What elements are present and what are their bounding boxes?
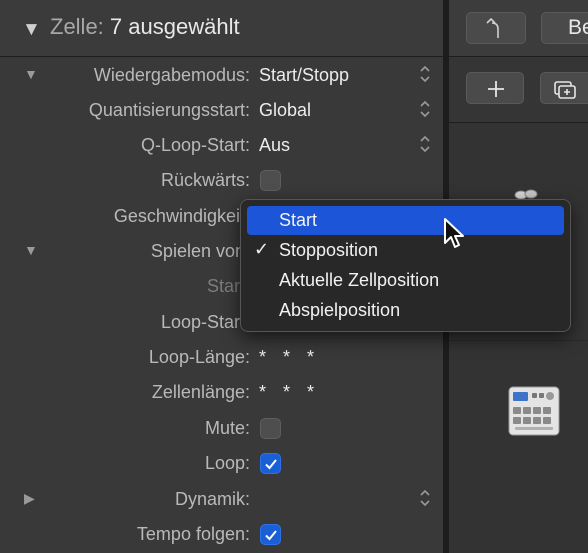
- row-q-loop-start: Q-Loop-Start: Aus: [0, 127, 443, 162]
- loop-length-value[interactable]: * * *: [259, 347, 320, 368]
- row-label: Zellenlänge:: [151, 382, 250, 402]
- row-reverse: Rückwärts:: [0, 162, 443, 197]
- mouse-pointer-icon: [442, 217, 468, 256]
- add-button[interactable]: [466, 72, 524, 104]
- playback-mode-value[interactable]: Start/Stopp: [259, 65, 349, 86]
- reverse-checkbox[interactable]: [260, 170, 281, 191]
- row-label: Tempo folgen:: [136, 524, 250, 544]
- inspector-header[interactable]: ▼ Zelle: 7 ausgewählt: [0, 0, 443, 57]
- row-quantize-start: Quantisierungsstart: Global: [0, 92, 443, 127]
- add-track-icon: [554, 81, 576, 99]
- tracks-subtoolbar: [449, 57, 588, 123]
- menu-item-current-cell-position[interactable]: Aktuelle Zellposition: [247, 266, 564, 295]
- disclosure-triangle-open-icon[interactable]: ▼: [24, 242, 38, 258]
- cell-length-value[interactable]: * * *: [259, 382, 320, 403]
- row-label: Mute:: [204, 418, 250, 438]
- menu-item-label: Abspielposition: [279, 300, 401, 320]
- row-mute: Mute:: [0, 410, 443, 445]
- checkmark-icon: ✓: [254, 239, 270, 259]
- loop-checkbox[interactable]: [260, 453, 281, 474]
- row-dynamics: ▶ Dynamik:: [0, 481, 443, 516]
- disclosure-triangle-open-icon[interactable]: ▼: [22, 19, 41, 41]
- row-follow-tempo: Tempo folgen:: [0, 516, 443, 551]
- menu-item-label: Start: [279, 210, 318, 230]
- menu-item-start[interactable]: Start: [247, 206, 564, 235]
- menu-item-label: Aktuelle Zellposition: [279, 270, 440, 290]
- row-label: Quantisierungsstart:: [88, 100, 250, 120]
- disclosure-triangle-closed-icon[interactable]: ▶: [24, 490, 35, 507]
- row-playback-mode: ▼ Wiedergabemodus: Start/Stopp: [0, 57, 443, 92]
- up-down-stepper-icon[interactable]: [419, 98, 431, 120]
- tracks-toolbar: Be: [449, 0, 588, 57]
- play-from-popup-menu: Start ✓ Stopposition Aktuelle Zellpositi…: [240, 199, 571, 332]
- add-track-button[interactable]: [540, 72, 588, 104]
- up-down-stepper-icon[interactable]: [419, 63, 431, 85]
- row-label: Dynamik:: [174, 489, 250, 509]
- row-label: Loop:: [204, 453, 250, 473]
- follow-tempo-checkbox[interactable]: [260, 524, 281, 545]
- disclosure-triangle-open-icon[interactable]: ▼: [24, 66, 38, 82]
- up-down-stepper-icon[interactable]: [419, 133, 431, 155]
- q-loop-start-value[interactable]: Aus: [259, 135, 290, 156]
- checkmark-icon: [265, 530, 277, 541]
- row-cell-length: Zellenlänge: * * *: [0, 374, 443, 409]
- row-label: Loop-Start:: [160, 312, 250, 332]
- drum-machine-icon: [507, 385, 561, 442]
- inspector-title-selection: 7 ausgewählt: [109, 14, 240, 39]
- back-button[interactable]: [466, 12, 526, 44]
- menu-item-stop-position[interactable]: ✓ Stopposition: [247, 236, 564, 265]
- row-label: Spielen von:: [150, 241, 250, 261]
- row-label: Wiedergabemodus:: [93, 65, 250, 85]
- up-down-stepper-icon[interactable]: [419, 487, 431, 509]
- row-label: Loop-Länge:: [148, 347, 250, 367]
- menu-item-label: Stopposition: [279, 240, 379, 260]
- mute-checkbox[interactable]: [260, 418, 281, 439]
- inspector-title-prefix: Zelle:: [50, 14, 104, 39]
- checkmark-icon: [265, 459, 277, 470]
- plus-icon: [488, 81, 504, 97]
- curved-up-arrow-icon: [486, 17, 499, 38]
- edit-button[interactable]: Be: [541, 12, 588, 44]
- row-label: Q-Loop-Start:: [140, 135, 250, 155]
- inspector-title: Zelle: 7 ausgewählt: [50, 14, 240, 40]
- row-label: Rückwärts:: [160, 170, 250, 190]
- row-loop: Loop:: [0, 445, 443, 480]
- row-loop-length: Loop-Länge: * * *: [0, 339, 443, 374]
- row-label: Geschwindigkeit:: [113, 206, 250, 226]
- menu-item-playhead-position[interactable]: Abspielposition: [247, 296, 564, 325]
- lane-separator: [449, 340, 588, 341]
- quantize-start-value[interactable]: Global: [259, 100, 311, 121]
